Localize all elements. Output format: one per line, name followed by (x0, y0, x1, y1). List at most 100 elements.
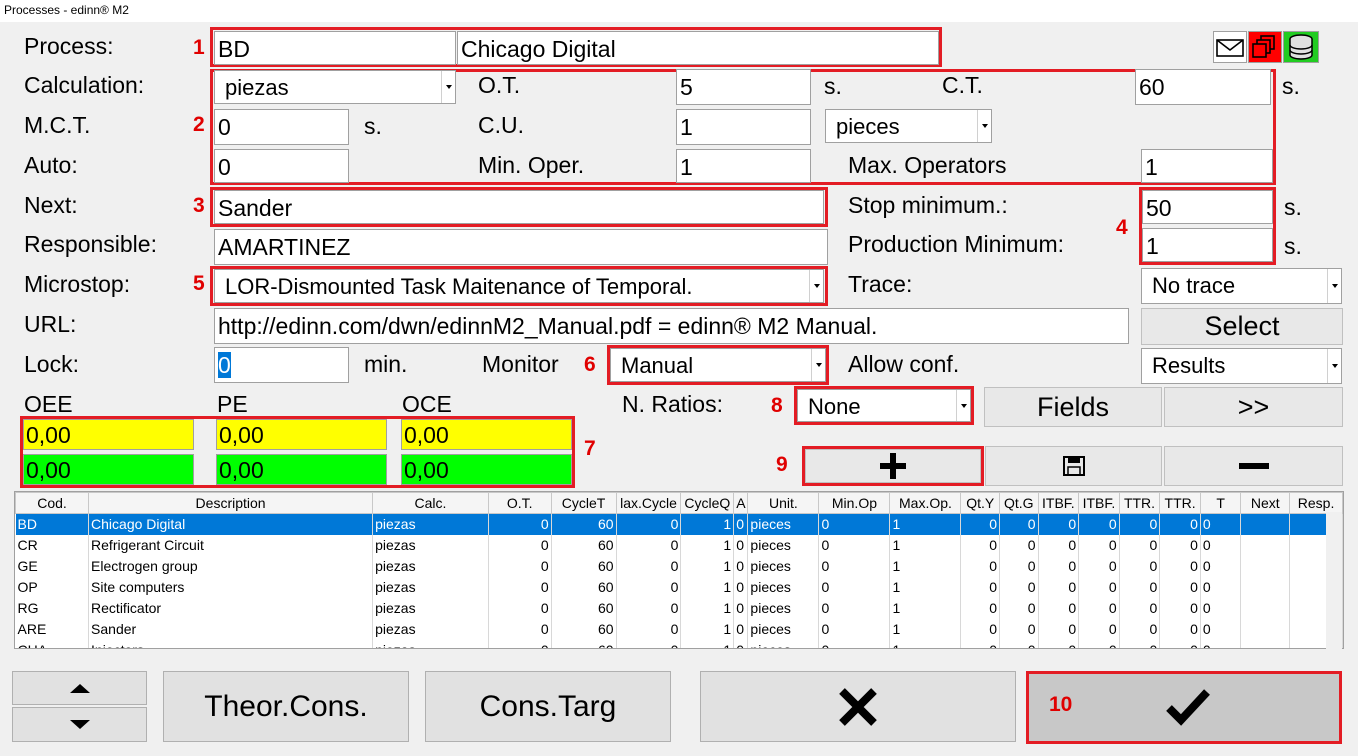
trace-value: No trace (1152, 273, 1236, 298)
table-row[interactable]: RG Rectificator piezas 0 60 0 1 0 pieces 0 1 0 0 0 0 0 0… (15, 597, 1343, 619)
oce-label: OCE (402, 391, 452, 417)
col-header[interactable]: O.T. (487, 492, 552, 514)
microstop-select[interactable]: LOR-Dismounted Task Maitenance of Tempor… (214, 269, 824, 303)
col-header[interactable]: Qt.Y (960, 492, 1001, 514)
process-code-input[interactable]: BD (214, 31, 456, 65)
mct-label: M.C.T. (24, 112, 91, 138)
table-cell: RG (15, 597, 90, 619)
col-header[interactable]: T (1199, 492, 1242, 514)
table-row[interactable]: BD Chicago Digital piezas 0 60 0 1 0 pieces 0 1 0 0 0… (15, 513, 1343, 535)
max-operators-input[interactable]: 1 (1141, 149, 1273, 183)
table-cell: 1 (889, 576, 962, 598)
table-cell: 0 (1119, 618, 1161, 640)
vertical-scrollbar[interactable] (1326, 512, 1342, 649)
remove-button[interactable] (1164, 446, 1343, 486)
table-cell: 60 (551, 534, 617, 556)
table-cell: 0 (1038, 597, 1080, 619)
table-cell: pieces (747, 513, 820, 535)
col-header[interactable]: CycleQ (680, 492, 735, 514)
calculation-select[interactable]: piezas (214, 70, 456, 104)
trace-label: Trace: (848, 271, 913, 297)
table-cell: 0 (616, 597, 682, 619)
add-button[interactable] (805, 449, 981, 483)
table-cell: 0 (1119, 513, 1161, 535)
stop-minimum-label: Stop minimum.: (848, 192, 1008, 218)
col-header[interactable]: Cod. (15, 492, 90, 514)
more-button[interactable]: >> (1164, 387, 1343, 427)
responsible-input[interactable]: AMARTINEZ (214, 229, 828, 265)
ot-input[interactable]: 5 (676, 69, 811, 105)
mail-icon[interactable] (1213, 31, 1247, 63)
col-header[interactable]: CycleT (550, 492, 617, 514)
processes-table[interactable]: Cod. Description Calc. O.T. CycleT lax.C… (14, 491, 1344, 649)
cu-unit-select[interactable]: pieces (825, 109, 992, 143)
table-cell: 0 (1159, 639, 1201, 648)
move-down-button[interactable] (12, 707, 147, 742)
table-cell: 0 (1200, 639, 1242, 648)
col-header[interactable]: Resp. (1289, 492, 1343, 514)
col-header[interactable]: Calc. (372, 492, 489, 514)
table-cell: 0 (733, 534, 749, 556)
table-row[interactable]: OP Site computers piezas 0 60 0 1 0 pieces 0 1 0 0 0 0… (15, 576, 1343, 598)
table-row[interactable]: ARE Sander piezas 0 60 0 1 0 pieces 0 1 0 0 0 0 0 0 0 (15, 618, 1343, 640)
col-header[interactable]: ITBF. (1037, 492, 1080, 514)
table-cell: 0 (960, 513, 1001, 535)
table-cell: 0 (1200, 513, 1242, 535)
col-header[interactable]: Max.Op. (889, 492, 962, 514)
lock-value: 0 (218, 352, 231, 378)
col-header[interactable]: TTR. (1159, 492, 1201, 514)
col-header[interactable]: Description (88, 492, 374, 514)
col-header[interactable]: ITBF. (1078, 492, 1120, 514)
cons-targ-button[interactable]: Cons.Targ (425, 671, 671, 742)
process-name-input[interactable]: Chicago Digital (457, 31, 939, 65)
auto-input[interactable]: 0 (214, 149, 349, 183)
pe-bottom-value: 0,00 (216, 454, 387, 485)
n-ratios-select[interactable]: None (797, 389, 971, 422)
cancel-button[interactable] (700, 671, 1016, 742)
stop-minimum-input[interactable]: 50 (1142, 190, 1273, 224)
trace-select[interactable]: No trace (1141, 268, 1342, 304)
arrow-up-icon (69, 684, 90, 693)
copy-icon[interactable] (1248, 31, 1282, 63)
table-row[interactable]: CR Refrigerant Circuit piezas 0 60 0 1 0 pieces 0… (15, 534, 1343, 556)
fields-button[interactable]: Fields (984, 387, 1162, 427)
lock-input[interactable]: 0 (214, 347, 349, 383)
ct-input[interactable]: 60 (1135, 69, 1271, 105)
col-header[interactable]: Next (1240, 492, 1291, 514)
table-row[interactable]: CHAInjectorspiezas060010pieces010000000 (15, 639, 1343, 648)
move-up-button[interactable] (12, 671, 147, 705)
table-cell: 0 (1200, 618, 1242, 640)
table-cell: Electrogen group (88, 555, 374, 577)
select-button[interactable]: Select (1141, 308, 1343, 345)
col-header[interactable]: Min.Op (818, 492, 891, 514)
monitor-select[interactable]: Manual (610, 348, 826, 382)
calculation-value: piezas (225, 75, 289, 100)
col-header[interactable]: Unit. (747, 492, 820, 514)
production-minimum-input[interactable]: 1 (1142, 228, 1273, 262)
table-cell: piezas (372, 618, 489, 640)
theor-cons-button[interactable]: Theor.Cons. (163, 671, 409, 742)
annotation-5: 5 (193, 272, 205, 295)
table-cell: 0 (818, 555, 891, 577)
col-header[interactable]: lax.Cycle (615, 492, 682, 514)
table-row[interactable]: GE Electrogen group piezas 0 60 0 1 0 pieces 0 1 0 0… (15, 555, 1343, 577)
table-cell: 0 (616, 618, 682, 640)
mct-input[interactable]: 0 (214, 109, 349, 145)
url-input[interactable]: http://edinn.com/dwn/edinnM2_Manual.pdf … (214, 308, 1129, 344)
cu-input[interactable]: 1 (676, 109, 811, 145)
col-header[interactable]: A (733, 492, 749, 514)
table-cell: 0 (1038, 555, 1080, 577)
next-input[interactable]: Sander (214, 190, 824, 224)
save-button[interactable] (985, 446, 1162, 486)
col-header[interactable]: Qt.G (999, 492, 1039, 514)
annotation-9: 9 (776, 453, 788, 476)
min-oper-input[interactable]: 1 (676, 149, 811, 183)
horizontal-scrollbar[interactable] (16, 650, 1342, 664)
col-header[interactable]: TTR. (1118, 492, 1161, 514)
allow-conf-select[interactable]: Results (1141, 348, 1342, 384)
database-icon[interactable] (1283, 31, 1319, 63)
accept-button[interactable]: 10 (1026, 671, 1342, 744)
table-cell: pieces (747, 597, 820, 619)
table-cell: 0 (960, 639, 1001, 648)
table-cell: pieces (747, 639, 820, 648)
